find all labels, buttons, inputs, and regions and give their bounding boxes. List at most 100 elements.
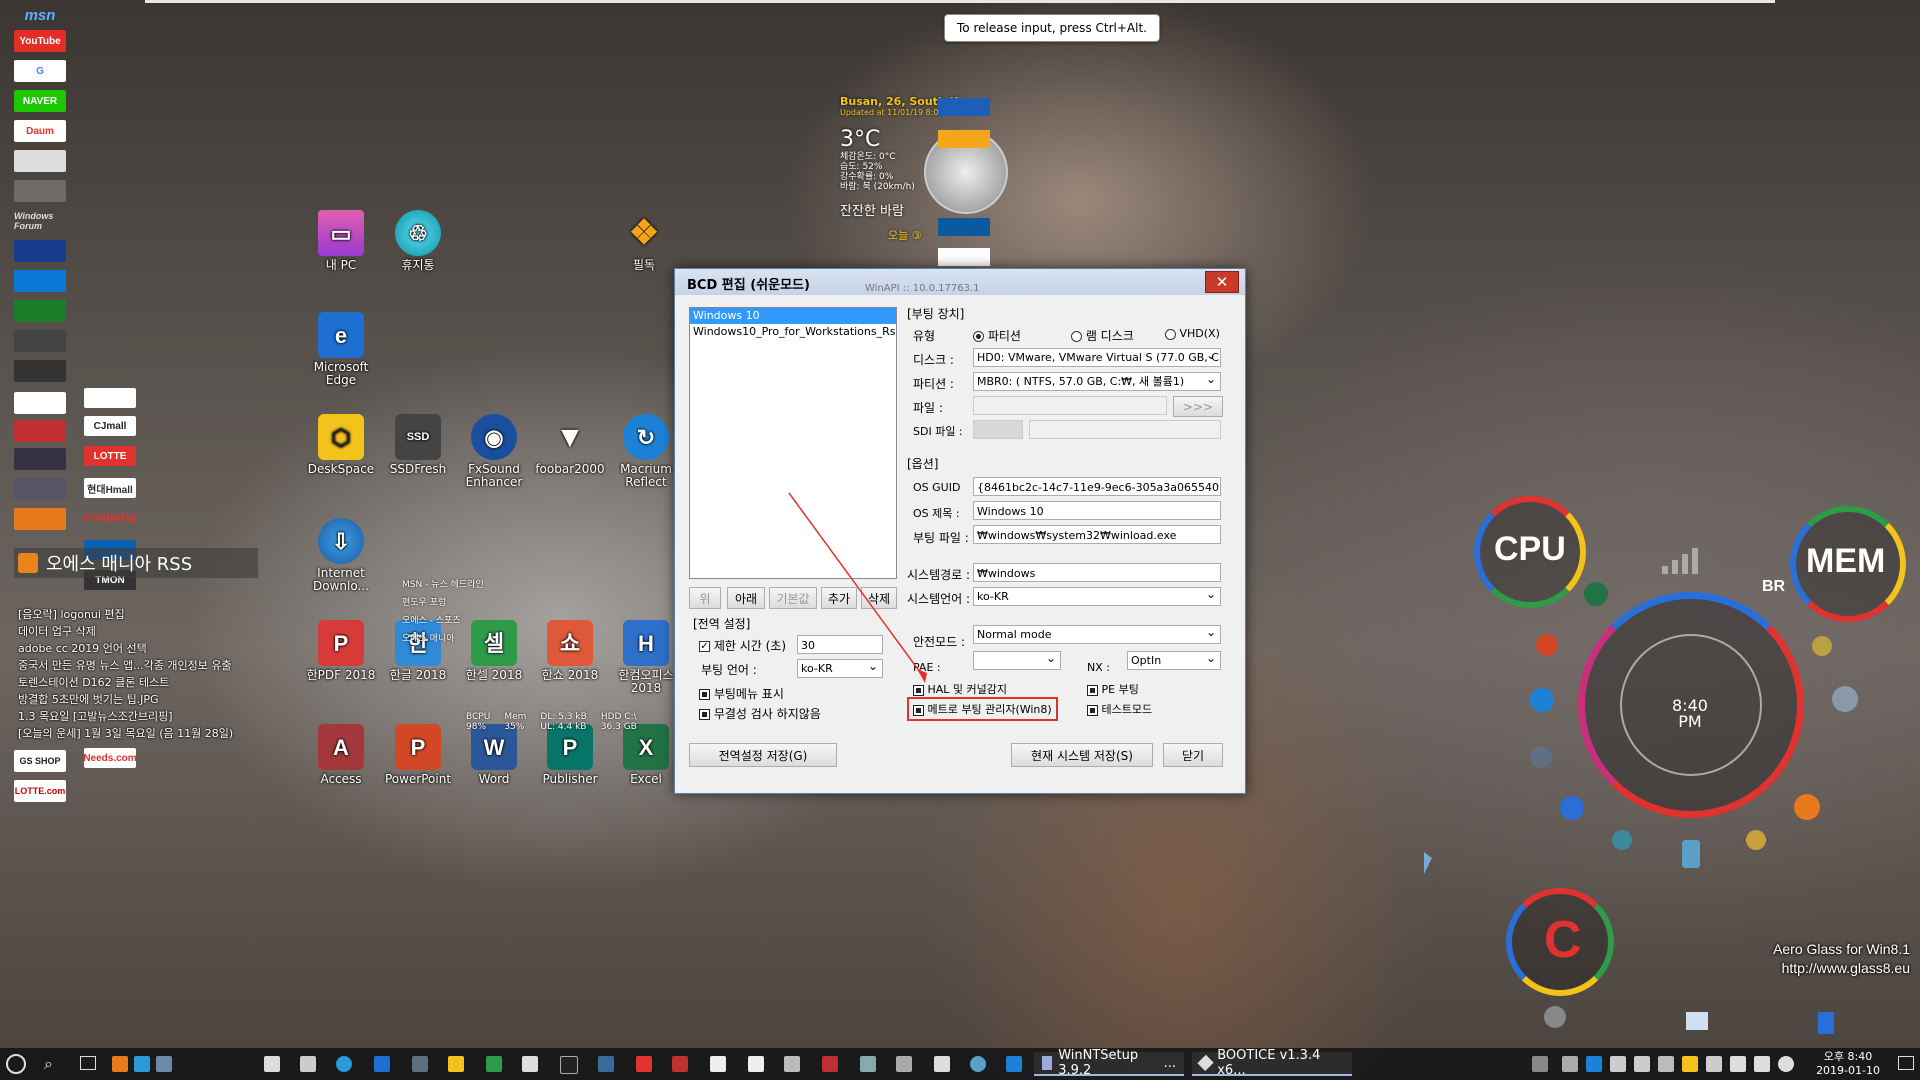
feed-item[interactable]: MSN - 뉴스 헤드라인: [402, 576, 484, 594]
desktop-icon-my-pc[interactable]: ▭ 내 PC: [301, 210, 381, 272]
launcher-16[interactable]: [14, 448, 66, 470]
card-logo-icon[interactable]: [938, 130, 990, 148]
needs-launcher[interactable]: Needs.com: [83, 748, 137, 768]
dock-app-icon[interactable]: [1530, 688, 1554, 712]
mail-icon[interactable]: [300, 1056, 316, 1072]
checkbox-checked[interactable]: [913, 704, 924, 716]
show-boot-menu-checkbox[interactable]: 부팅메뉴 표시: [699, 685, 784, 702]
feed-item[interactable]: 오에스 매니아: [402, 630, 484, 648]
tray-icon[interactable]: [1532, 1056, 1548, 1072]
dock-app-icon[interactable]: [1794, 794, 1820, 820]
radio-unselected[interactable]: [1165, 328, 1176, 340]
launcher-11[interactable]: [14, 300, 66, 322]
desktop-icon-foobar[interactable]: ▼ foobar2000: [530, 414, 610, 476]
tray-icon[interactable]: [1682, 1056, 1698, 1072]
store-icon[interactable]: [264, 1056, 280, 1072]
launcher-18[interactable]: [14, 508, 66, 530]
desktop-icon-edge[interactable]: e Microsoft Edge: [301, 312, 381, 387]
desktop-icon-deskspace[interactable]: ⬡ DeskSpace: [301, 414, 381, 476]
rss-item[interactable]: 1.3 목요일 [고발뉴스조간브리핑]: [18, 708, 173, 724]
system-language-select[interactable]: ko-KR: [973, 587, 1221, 606]
launcher-9[interactable]: [14, 240, 66, 262]
launcher-6[interactable]: [14, 150, 66, 172]
search-icon[interactable]: ⌕: [44, 1054, 53, 1074]
rss-item[interactable]: 데이터 업구 삭제: [18, 623, 96, 639]
taskbar-app-icon[interactable]: [636, 1056, 652, 1072]
task-view-icon[interactable]: [80, 1056, 96, 1070]
volume-icon[interactable]: [1754, 1056, 1770, 1072]
taskbar-app-icon[interactable]: [560, 1056, 578, 1074]
rss-item[interactable]: 방결합 5초만에 벗기는 팁.JPG: [18, 691, 159, 707]
taskbar-app-icon[interactable]: [970, 1056, 986, 1072]
os-guid-input[interactable]: {8461bc2c-14c7-11e9-9ec6-305a3a065540}: [973, 477, 1221, 496]
launcher-12[interactable]: [14, 330, 66, 352]
start-button-icon[interactable]: [6, 1054, 26, 1074]
taskbar-app-icon[interactable]: [112, 1056, 128, 1072]
launcher-13[interactable]: [14, 360, 66, 382]
cjmall-launcher[interactable]: CJmall: [84, 416, 136, 436]
google-launcher[interactable]: G: [14, 60, 66, 82]
taskbar-app-icon[interactable]: [672, 1056, 688, 1072]
tray-icon[interactable]: [1610, 1056, 1626, 1072]
type-vhd-radio[interactable]: VHD(X): [1165, 327, 1220, 340]
tray-icon[interactable]: [1706, 1056, 1722, 1072]
tray-icon[interactable]: [1562, 1056, 1578, 1072]
desktop-icon-recycle-bin[interactable]: ♲ 휴지통: [378, 210, 458, 272]
tray-icon[interactable]: [1658, 1056, 1674, 1072]
gsshop-launcher[interactable]: GS SHOP: [14, 750, 66, 772]
checkbox-checked[interactable]: [699, 689, 710, 700]
taskbar-app-icon[interactable]: [710, 1056, 726, 1072]
file-input[interactable]: [973, 396, 1167, 415]
dock-app-icon[interactable]: [1612, 830, 1632, 850]
close-button[interactable]: ✕: [1205, 271, 1239, 293]
checkbox-checked[interactable]: ✓: [699, 641, 710, 652]
desktop-icon-ssdfresh[interactable]: SSD SSDFresh: [378, 414, 458, 476]
save-current-system-button[interactable]: 현재 시스템 저장(S): [1011, 743, 1153, 767]
windows-forum-launcher[interactable]: Windows Forum: [14, 210, 66, 232]
desktop-icon-word[interactable]: W Word: [454, 724, 534, 786]
pe-boot-checkbox[interactable]: PE 부팅: [1087, 681, 1139, 697]
nx-select[interactable]: OptIn: [1127, 651, 1221, 670]
tray-icon[interactable]: [1634, 1056, 1650, 1072]
desktop-icon-powerpoint[interactable]: P PowerPoint: [378, 724, 458, 786]
nh-logo-icon[interactable]: [938, 218, 990, 236]
taskbar-task-bootice[interactable]: BOOTICE v1.3.4 x6...: [1192, 1048, 1352, 1078]
taskbar-task-winntsetup[interactable]: WinNTSetup 3.9.2 ...: [1034, 1048, 1184, 1078]
daum-launcher[interactable]: Daum: [14, 120, 66, 142]
taskbar-app-icon[interactable]: [598, 1056, 614, 1072]
desktop-icon-readme[interactable]: ❖ 필독: [604, 210, 684, 272]
desktop-icon-idm[interactable]: ⇩ Internet Downlo...: [301, 518, 381, 593]
rss-item[interactable]: 토렌스테이션 D162 클론 테스트: [18, 674, 169, 690]
taskbar-clock[interactable]: 오후 8:40 2019-01-10: [1816, 1050, 1880, 1078]
windows-logo-launcher[interactable]: [14, 270, 66, 292]
dock-app-icon[interactable]: [1818, 1012, 1834, 1034]
file-explorer-icon[interactable]: [448, 1056, 464, 1072]
launcher-14[interactable]: [14, 392, 66, 414]
shopping-launcher-1[interactable]: [84, 388, 136, 408]
youtube-launcher[interactable]: YouTube: [14, 30, 66, 52]
tray-icon[interactable]: [1586, 1056, 1602, 1072]
desktop-icon-hanpdf[interactable]: P 한PDF 2018: [301, 620, 381, 682]
type-ramdisk-radio[interactable]: 램 디스크: [1071, 327, 1134, 344]
checkbox-checked[interactable]: [699, 709, 710, 720]
desktop-icon-hanshow[interactable]: 쇼 한쇼 2018: [530, 620, 610, 682]
checkbox-checked[interactable]: [1087, 684, 1098, 696]
metro-boot-manager-checkbox[interactable]: 메트로 부팅 관리자(Win8): [907, 697, 1058, 721]
radio-selected[interactable]: [973, 331, 984, 342]
dock-excel-icon[interactable]: [1584, 582, 1608, 606]
dock-app-icon[interactable]: [1682, 840, 1700, 868]
boot-file-input[interactable]: ₩windows₩system32₩winload.exe: [973, 525, 1221, 544]
taskbar-app-icon[interactable]: [522, 1056, 538, 1072]
no-integrity-checkbox[interactable]: 무결성 검사 하지않음: [699, 705, 821, 722]
taskbar-app-icon[interactable]: [748, 1056, 764, 1072]
checkbox-checked[interactable]: [1087, 704, 1098, 716]
msn-launcher[interactable]: msn: [14, 4, 66, 26]
taskbar-app-icon[interactable]: [134, 1056, 150, 1072]
br-icon[interactable]: BR: [1762, 578, 1785, 596]
taskbar-app-icon[interactable]: [1006, 1056, 1022, 1072]
window-titlebar[interactable]: BCD 편집 (쉬운모드) WinAPI :: 10.0.17763.1 ✕: [675, 269, 1245, 295]
taskbar-app-icon[interactable]: [896, 1056, 912, 1072]
save-global-settings-button[interactable]: 전역설정 저장(G): [689, 743, 837, 767]
shinhan-logo-icon[interactable]: [938, 248, 990, 266]
sdi-file-input[interactable]: [1029, 420, 1221, 439]
